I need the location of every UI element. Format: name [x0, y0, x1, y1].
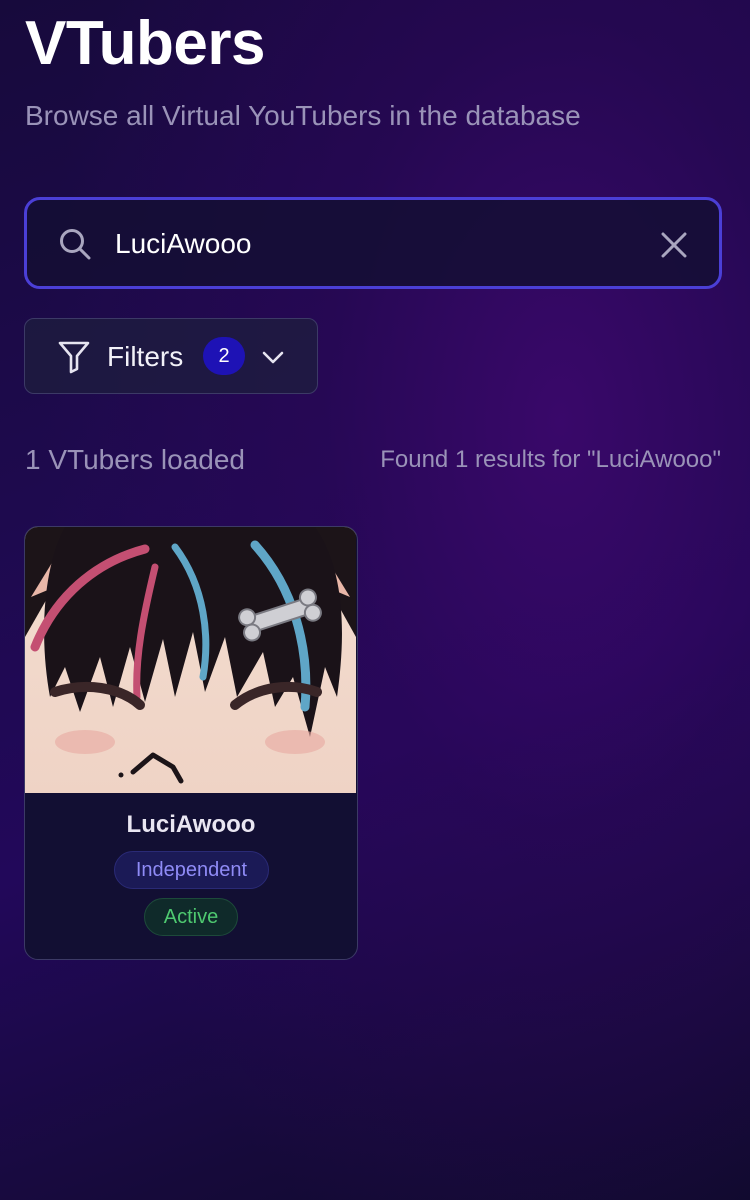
page-title: VTubers	[25, 9, 265, 78]
filters-count-badge: 2	[203, 337, 245, 375]
vtuber-card[interactable]: LuciAwooo Independent Active	[24, 526, 358, 960]
filter-icon	[58, 341, 90, 374]
close-icon[interactable]	[659, 230, 689, 260]
results-summary: Found 1 results for "LuciAwooo"	[380, 446, 721, 473]
search-box	[24, 197, 722, 289]
vtuber-avatar	[25, 527, 356, 793]
search-icon	[60, 229, 91, 260]
filters-label: Filters	[107, 341, 184, 372]
vtuber-name: LuciAwooo	[126, 811, 256, 838]
search-input[interactable]	[115, 220, 635, 268]
page-subtitle: Browse all Virtual YouTubers in the data…	[25, 100, 581, 131]
affiliation-badge: Independent	[114, 851, 269, 889]
filters-button[interactable]: Filters 2	[24, 318, 318, 394]
loaded-count: 1 VTubers loaded	[25, 444, 245, 475]
chevron-down-icon	[262, 351, 284, 364]
status-badge: Active	[144, 898, 238, 936]
